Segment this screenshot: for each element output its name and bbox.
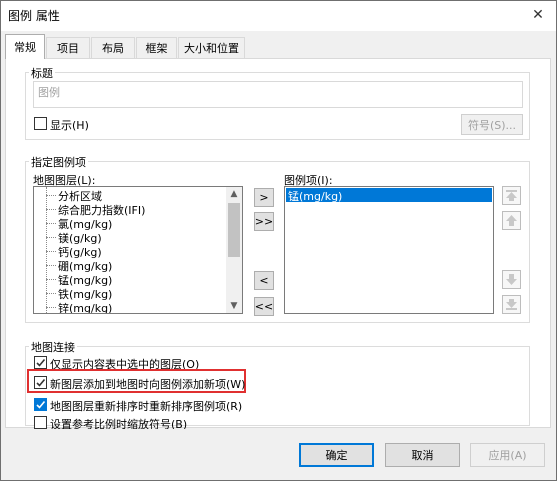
map-layer-item[interactable]: 铁(mg/kg) [58,286,112,301]
tree-connector [46,279,56,280]
map-layer-item[interactable]: 锰(mg/kg) [58,272,112,287]
down-icon [506,274,517,285]
map-layer-item[interactable]: 氯(mg/kg) [58,216,112,231]
title-group-label: 标题 [29,65,55,81]
show-title-checkbox[interactable] [34,117,47,130]
tree-connector [46,307,56,308]
add-new-items-checkbox[interactable] [34,376,47,389]
tab-items[interactable]: 项目 [46,37,90,58]
move-down-button[interactable] [502,270,521,289]
bottom-icon [506,299,517,310]
add-all-button[interactable]: >> [254,212,274,231]
up-icon [506,215,517,226]
tab-label: 常规 [14,41,36,54]
scroll-down-icon[interactable]: ▼ [226,299,242,313]
map-layers-list[interactable]: 分析区域 综合肥力指数(IFI) 氯(mg/kg) 镁(g/kg) 钙(g/kg… [33,186,243,314]
tree-connector [46,237,56,238]
scale-symbols-checkbox[interactable] [34,416,47,429]
show-title-label: 显示(H) [50,119,89,132]
remove-all-button[interactable]: << [254,297,274,316]
map-link-group-label: 地图连接 [29,339,77,355]
map-layer-item[interactable]: 硼(mg/kg) [58,258,112,273]
check-icon [36,400,46,409]
tree-connector [46,265,56,266]
scroll-up-icon[interactable]: ▲ [226,187,242,201]
close-icon: ✕ [532,7,544,23]
map-layer-item[interactable]: 分析区域 [58,188,102,203]
tab-label: 大小和位置 [184,42,239,55]
map-layer-item[interactable]: 镁(g/kg) [58,230,102,245]
reorder-items-checkbox[interactable] [34,398,47,411]
legend-item-selected[interactable]: 锰(mg/kg) [286,188,492,203]
add-button[interactable]: > [254,188,274,207]
legend-items-list[interactable]: 锰(mg/kg) [284,186,494,314]
move-up-button[interactable] [502,211,521,230]
tab-layout[interactable]: 布局 [91,37,135,58]
close-button[interactable]: ✕ [521,1,555,29]
tree-connector [46,293,56,294]
tree-connector [46,209,56,210]
tree-connector [46,223,56,224]
map-layer-item[interactable]: 综合肥力指数(IFI) [58,202,145,217]
tab-general[interactable]: 常规 [5,34,45,59]
reorder-items-label: 地图图层重新排序时重新排序图例项(R) [50,400,243,413]
cancel-button[interactable]: 取消 [385,443,460,467]
window-title: 图例 属性 [8,9,60,23]
add-new-items-label: 新图层添加到地图时向图例添加新项(W) [50,378,246,391]
move-bottom-button[interactable] [502,295,521,314]
top-icon [506,190,517,201]
tab-frame[interactable]: 框架 [136,37,177,58]
ok-button[interactable]: 确定 [299,443,374,467]
legend-items-group-label: 指定图例项 [29,154,88,170]
tab-label: 项目 [57,42,79,55]
tree-connector [46,251,56,252]
tab-size-position[interactable]: 大小和位置 [178,37,245,58]
check-icon [36,378,46,387]
tree-connector [46,195,56,196]
tab-label: 框架 [145,42,168,55]
map-layer-item[interactable]: 锌(mg/kg) [58,300,112,313]
scroll-thumb[interactable] [228,203,240,257]
tab-label: 布局 [102,42,124,55]
apply-button[interactable]: 应用(A) [470,443,545,467]
map-layer-item[interactable]: 钙(g/kg) [58,244,102,259]
legend-title-input[interactable]: 图例 [33,81,523,108]
remove-button[interactable]: < [254,271,274,290]
map-layers-scrollbar[interactable]: ▲ ▼ [226,187,242,313]
title-bar [1,1,556,31]
symbol-button[interactable]: 符号(S)... [461,114,523,135]
move-top-button[interactable] [502,186,521,205]
check-icon [36,358,46,367]
visible-layers-checkbox[interactable] [34,356,47,369]
